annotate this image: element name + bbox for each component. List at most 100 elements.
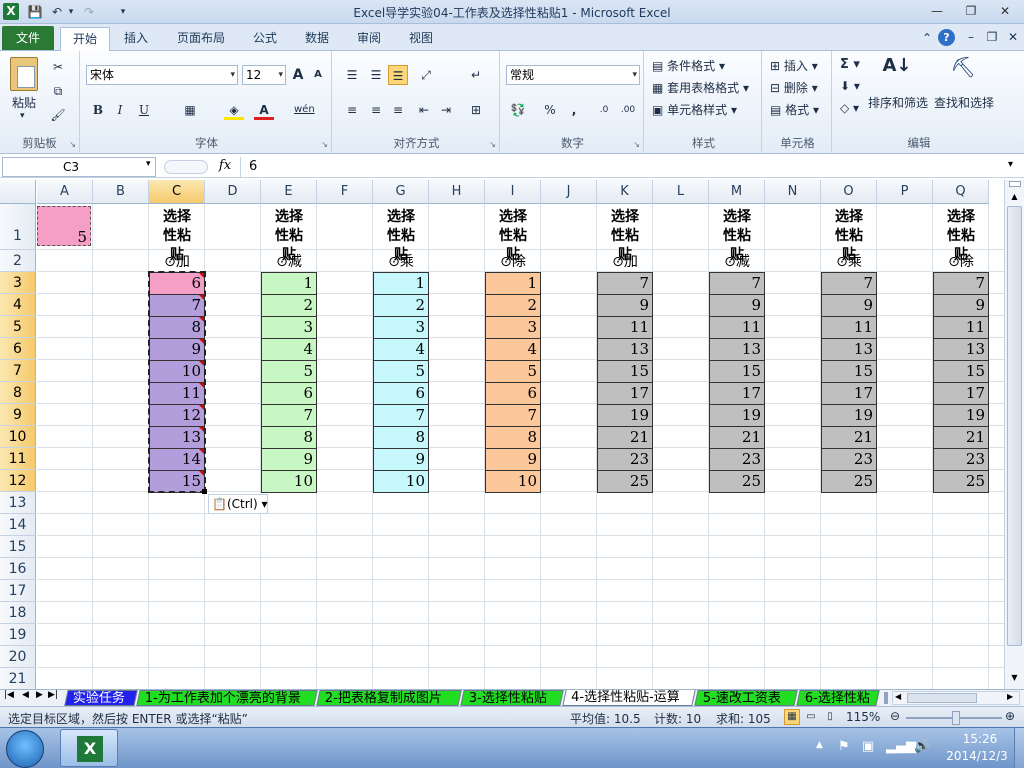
sheet-tab[interactable]: 5-速改工资表 bbox=[694, 690, 798, 706]
cut-icon[interactable]: ✂ bbox=[48, 57, 68, 77]
cell-q9[interactable]: 19 bbox=[933, 404, 989, 427]
tab-insert[interactable]: 插入 bbox=[114, 27, 158, 51]
sheet-tab[interactable]: 2-把表格复制成图片 bbox=[316, 690, 462, 706]
merge-center-icon[interactable]: ⊞ bbox=[466, 100, 486, 120]
cell-i8[interactable]: 6 bbox=[485, 382, 541, 405]
cell-e7[interactable]: 5 bbox=[261, 360, 317, 383]
sheet-tab[interactable]: 4-选择性粘贴-运算 bbox=[562, 690, 696, 706]
cell-e5[interactable]: 3 bbox=[261, 316, 317, 339]
row-header-2[interactable]: 2 bbox=[0, 250, 36, 272]
fill-handle[interactable] bbox=[202, 489, 207, 494]
cell-m2[interactable]: ⊙减 bbox=[709, 252, 765, 272]
tab-page-layout[interactable]: 页面布局 bbox=[168, 27, 234, 51]
row-header-6[interactable]: 6 bbox=[0, 338, 36, 360]
column-header-f[interactable]: F bbox=[317, 180, 373, 204]
last-sheet-icon[interactable]: ▶| bbox=[48, 690, 58, 700]
conditional-formatting-button[interactable]: ▤ 条件格式 ▾ bbox=[652, 57, 725, 74]
orientation-icon[interactable]: ⤢ bbox=[416, 65, 436, 85]
page-layout-view-icon[interactable]: ▭ bbox=[803, 709, 819, 725]
row-header-4[interactable]: 4 bbox=[0, 294, 36, 316]
cell-g5[interactable]: 3 bbox=[373, 316, 429, 339]
row-header-5[interactable]: 5 bbox=[0, 316, 36, 338]
row-header-13[interactable]: 13 bbox=[0, 492, 36, 514]
row-header-11[interactable]: 11 bbox=[0, 448, 36, 470]
cell-o1[interactable]: 选择性粘贴 bbox=[821, 208, 877, 263]
row-header-17[interactable]: 17 bbox=[0, 580, 36, 602]
cell-g7[interactable]: 5 bbox=[373, 360, 429, 383]
font-size-combo[interactable]: 12 ▾ bbox=[242, 65, 286, 85]
prev-sheet-icon[interactable]: ◀ bbox=[22, 690, 29, 700]
cell-e2[interactable]: ⊙减 bbox=[261, 252, 317, 272]
copy-icon[interactable]: ⧉ bbox=[48, 81, 68, 101]
row-header-14[interactable]: 14 bbox=[0, 514, 36, 536]
cell-c2[interactable]: ⊙加 bbox=[149, 252, 205, 272]
expand-formula-bar-icon[interactable]: ▾ bbox=[1008, 159, 1013, 170]
formula-input[interactable]: 6 bbox=[240, 157, 1006, 177]
row-header-1[interactable]: 1 bbox=[0, 204, 36, 250]
find-select-button[interactable]: 查找和选择 bbox=[934, 94, 994, 111]
cell-e8[interactable]: 6 bbox=[261, 382, 317, 405]
cell-e6[interactable]: 4 bbox=[261, 338, 317, 361]
row-header-3[interactable]: 3 bbox=[0, 272, 36, 294]
cell-i7[interactable]: 5 bbox=[485, 360, 541, 383]
zoom-out-icon[interactable]: ⊖ bbox=[890, 709, 900, 723]
align-middle-icon[interactable]: ☰ bbox=[366, 65, 386, 85]
workbook-close-button[interactable]: ✕ bbox=[1004, 28, 1022, 46]
cell-k1[interactable]: 选择性粘贴 bbox=[597, 208, 653, 263]
tab-home[interactable]: 开始 bbox=[60, 27, 110, 52]
cell-i12[interactable]: 10 bbox=[485, 470, 541, 493]
workbook-minimize-button[interactable]: – bbox=[962, 28, 980, 46]
cell-i5[interactable]: 3 bbox=[485, 316, 541, 339]
column-header-j[interactable]: J bbox=[541, 180, 597, 204]
column-header-e[interactable]: E bbox=[261, 180, 317, 204]
cell-g4[interactable]: 2 bbox=[373, 294, 429, 317]
column-header-b[interactable]: B bbox=[93, 180, 149, 204]
column-header-o[interactable]: O bbox=[821, 180, 877, 204]
cell-g11[interactable]: 9 bbox=[373, 448, 429, 471]
cell-o11[interactable]: 23 bbox=[821, 448, 877, 471]
column-header-l[interactable]: L bbox=[653, 180, 709, 204]
cell-g2[interactable]: ⊙乘 bbox=[373, 252, 429, 272]
cell-k6[interactable]: 13 bbox=[597, 338, 653, 361]
clock-time[interactable]: 15:26 bbox=[950, 732, 1010, 746]
cell-q12[interactable]: 25 bbox=[933, 470, 989, 493]
cell-i11[interactable]: 9 bbox=[485, 448, 541, 471]
scroll-up-icon[interactable]: ▲ bbox=[1005, 189, 1024, 205]
cell-m1[interactable]: 选择性粘贴 bbox=[709, 208, 765, 263]
cell-o6[interactable]: 13 bbox=[821, 338, 877, 361]
cell-e1[interactable]: 选择性粘贴 bbox=[261, 208, 317, 263]
column-header-q[interactable]: Q bbox=[933, 180, 989, 204]
row-header-16[interactable]: 16 bbox=[0, 558, 36, 580]
row-header-8[interactable]: 8 bbox=[0, 382, 36, 404]
cell-e11[interactable]: 9 bbox=[261, 448, 317, 471]
cell-m12[interactable]: 25 bbox=[709, 470, 765, 493]
sort-filter-button[interactable]: 排序和筛选 bbox=[868, 94, 928, 111]
taskbar-excel-button[interactable]: X bbox=[60, 729, 118, 767]
column-header-g[interactable]: G bbox=[373, 180, 429, 204]
cell-o8[interactable]: 17 bbox=[821, 382, 877, 405]
paste-dropdown-icon[interactable]: ▾ bbox=[20, 111, 25, 121]
border-icon[interactable]: ▦ bbox=[180, 100, 200, 120]
column-header-n[interactable]: N bbox=[765, 180, 821, 204]
cell-i1[interactable]: 选择性粘贴 bbox=[485, 208, 541, 263]
cell-g10[interactable]: 8 bbox=[373, 426, 429, 449]
close-button[interactable]: ✕ bbox=[992, 2, 1018, 20]
cell-c1[interactable]: 选择性粘贴 bbox=[149, 208, 205, 263]
hscroll-thumb[interactable] bbox=[907, 693, 977, 703]
shrink-font-button[interactable]: A bbox=[308, 65, 328, 85]
increase-decimal-button[interactable]: .0 bbox=[594, 100, 614, 120]
cell-q1[interactable]: 选择性粘贴 bbox=[933, 208, 989, 263]
cell-q5[interactable]: 11 bbox=[933, 316, 989, 339]
cell-q8[interactable]: 17 bbox=[933, 382, 989, 405]
scroll-right-icon[interactable]: ▶ bbox=[1007, 692, 1013, 701]
cell-q11[interactable]: 23 bbox=[933, 448, 989, 471]
workbook-restore-button[interactable]: ❐ bbox=[983, 28, 1001, 46]
cell-m5[interactable]: 11 bbox=[709, 316, 765, 339]
sort-filter-icon[interactable]: A↓ bbox=[882, 55, 912, 87]
cell-k3[interactable]: 7 bbox=[597, 272, 653, 295]
bold-button[interactable]: B bbox=[88, 100, 108, 120]
cell-e12[interactable]: 10 bbox=[261, 470, 317, 493]
column-header-c[interactable]: C bbox=[149, 180, 205, 204]
zoom-slider-thumb[interactable] bbox=[952, 711, 960, 725]
cell-k11[interactable]: 23 bbox=[597, 448, 653, 471]
